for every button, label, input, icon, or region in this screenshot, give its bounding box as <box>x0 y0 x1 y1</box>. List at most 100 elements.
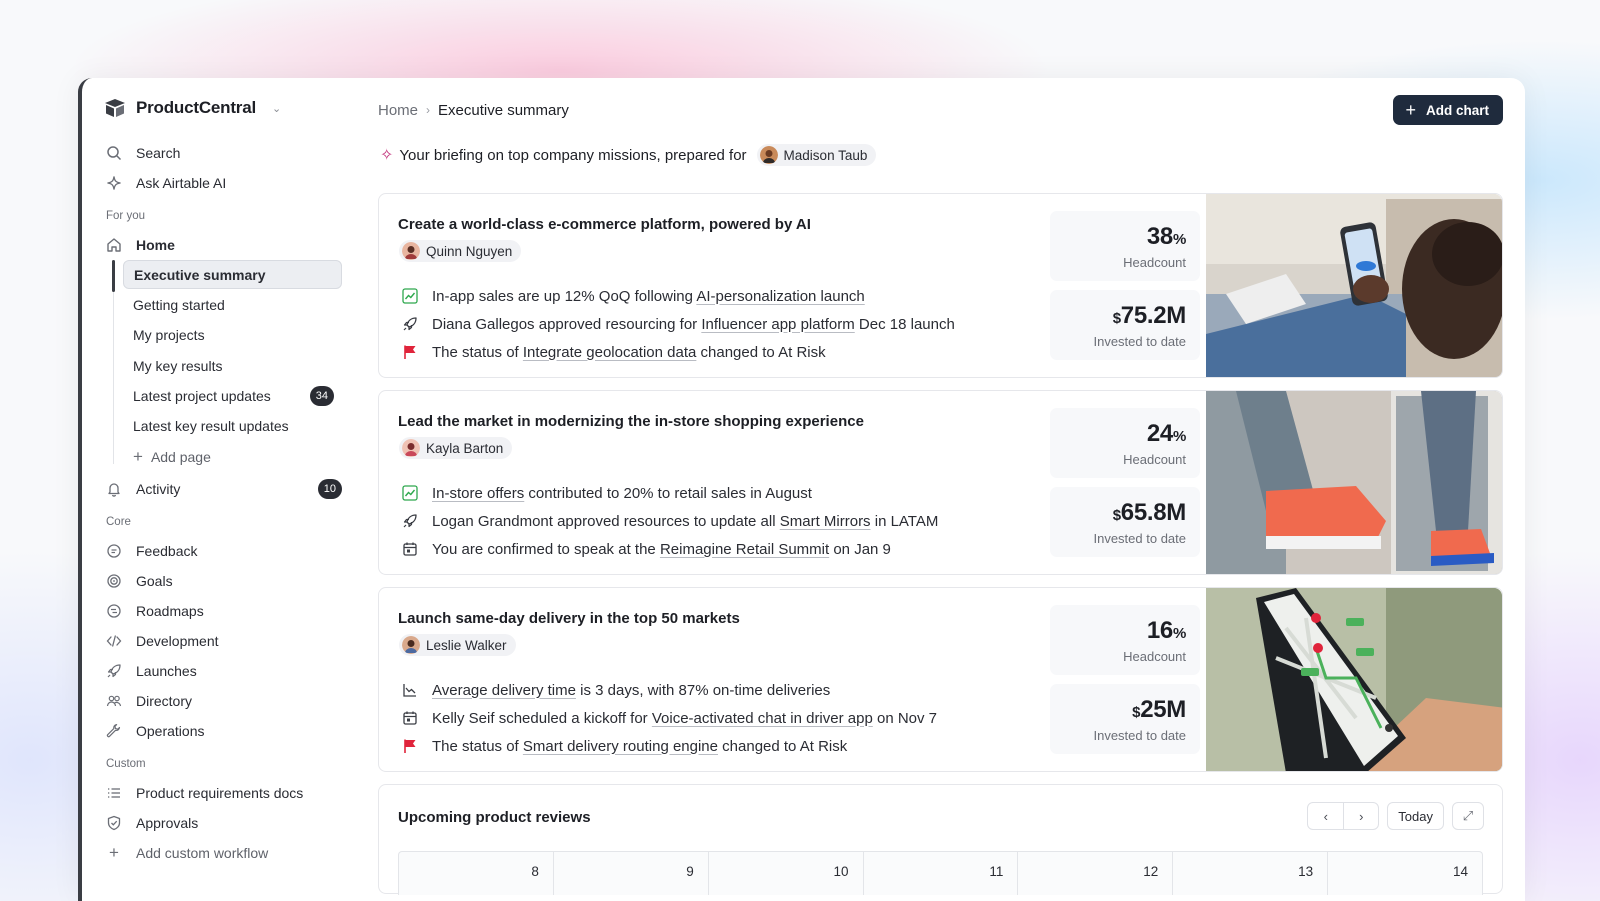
brand-switcher[interactable]: ProductCentral ⌄ <box>104 96 342 120</box>
calendar-day[interactable]: 11 <box>862 852 1018 895</box>
update-text: You are confirmed to speak at the Reimag… <box>432 541 891 558</box>
mission-title[interactable]: Lead the market in modernizing the in-st… <box>398 413 864 430</box>
nav-ask-ai[interactable]: Ask Airtable AI <box>104 168 342 198</box>
person-chip[interactable]: Madison Taub <box>756 144 877 166</box>
invested-metric: $75.2M Invested to date <box>1050 290 1200 360</box>
add-page-button[interactable]: + Add page <box>123 441 342 471</box>
calendar-day[interactable]: 13 <box>1172 852 1327 895</box>
avatar <box>402 636 420 654</box>
update-item: The status of Smart delivery routing eng… <box>402 732 937 760</box>
search-icon <box>106 145 122 161</box>
update-text: In-app sales are up 12% QoQ following AI… <box>432 288 865 305</box>
metric-label: Headcount <box>1123 452 1186 467</box>
nav-operations[interactable]: Operations <box>104 716 342 746</box>
owner-chip[interactable]: Quinn Nguyen <box>399 240 522 262</box>
headcount-unit: % <box>1172 428 1186 445</box>
add-chart-button[interactable]: + Add chart <box>1393 95 1503 125</box>
day-number: 12 <box>1143 864 1159 879</box>
subpage-label: Executive summary <box>134 266 266 283</box>
calendar-day[interactable]: 14 <box>1327 852 1482 895</box>
nav-goals[interactable]: Goals <box>104 566 342 596</box>
update-text-part: in LATAM <box>870 512 939 530</box>
nav-product-requirements-docs[interactable]: Product requirements docs <box>104 778 342 808</box>
update-text-part: is 3 days, with 87% on-time deliveries <box>575 681 831 699</box>
nav-feedback[interactable]: Feedback <box>104 536 342 566</box>
expand-icon[interactable]: ⤢ <box>1452 802 1484 830</box>
app-window: ProductCentral ⌄ Search Ask Airtable AI … <box>78 78 1525 901</box>
update-link[interactable]: In-store offers <box>432 485 524 502</box>
update-link[interactable]: Voice-activated chat in driver app <box>652 710 873 727</box>
add-custom-workflow-label: Add custom workflow <box>136 844 269 861</box>
add-chart-label: Add chart <box>1425 102 1489 118</box>
add-custom-workflow-button[interactable]: + Add custom workflow <box>104 838 342 868</box>
update-text: Diana Gallegos approved resourcing for I… <box>432 316 955 333</box>
update-link[interactable]: Influencer app platform <box>701 316 854 333</box>
mission-card[interactable]: Launch same-day delivery in the top 50 m… <box>378 587 1503 772</box>
breadcrumb-home[interactable]: Home <box>378 102 418 119</box>
owner-name: Kayla Barton <box>426 440 504 456</box>
update-item: In-app sales are up 12% QoQ following AI… <box>402 282 955 310</box>
update-text: The status of Smart delivery routing eng… <box>432 738 847 755</box>
subpage-my-key-results[interactable]: My key results <box>123 351 342 381</box>
calendar-icon <box>402 710 418 726</box>
calendar-day[interactable]: 8 <box>399 852 553 895</box>
chevron-left-icon[interactable]: ‹ <box>1308 803 1343 829</box>
today-button[interactable]: Today <box>1387 802 1444 830</box>
update-item: Diana Gallegos approved resourcing for I… <box>402 310 955 338</box>
nav-development[interactable]: Development <box>104 626 342 656</box>
mission-updates: In-app sales are up 12% QoQ following AI… <box>402 282 955 366</box>
subpage-executive-summary[interactable]: Executive summary <box>123 260 342 289</box>
breadcrumb-separator-icon: › <box>426 103 431 117</box>
nav-operations-label: Operations <box>136 722 205 739</box>
subpage-getting-started[interactable]: Getting started <box>123 290 342 320</box>
nav-directory[interactable]: Directory <box>104 686 342 716</box>
update-link[interactable]: Smart delivery routing engine <box>523 738 718 755</box>
chevron-right-icon[interactable]: › <box>1343 803 1378 829</box>
subpage-latest-key-result-updates[interactable]: Latest key result updates <box>123 411 342 441</box>
mission-card[interactable]: Lead the market in modernizing the in-st… <box>378 390 1503 575</box>
roadmap-icon <box>106 603 122 619</box>
update-link[interactable]: Integrate geolocation data <box>523 344 696 361</box>
metric-value: $75.2M <box>1050 302 1187 330</box>
calendar-day[interactable]: 10 <box>707 852 863 895</box>
flag-icon <box>402 738 418 754</box>
mission-title[interactable]: Create a world-class e-commerce platform… <box>398 216 811 233</box>
trend-up-icon <box>402 485 418 501</box>
update-link[interactable]: Smart Mirrors <box>780 513 871 530</box>
update-text-part: Diana Gallegos approved resourcing for <box>432 315 702 333</box>
date-nav: ‹ › <box>1307 802 1380 830</box>
nav-activity[interactable]: Activity 10 <box>104 474 342 504</box>
nav-launches[interactable]: Launches <box>104 656 342 686</box>
shield-check-icon <box>106 815 122 831</box>
day-number: 8 <box>531 864 539 879</box>
owner-chip[interactable]: Kayla Barton <box>399 437 513 459</box>
update-text-part: Logan Grandmont approved resources to up… <box>432 512 780 530</box>
home-subpages: Executive summary Getting started My pro… <box>112 260 342 472</box>
home-icon <box>106 237 122 253</box>
subpage-latest-project-updates[interactable]: Latest project updates 34 <box>123 381 342 411</box>
calendar-day[interactable]: 12 <box>1017 852 1172 895</box>
update-text: In-store offers contributed to 20% to re… <box>432 485 812 502</box>
update-link[interactable]: Average delivery time <box>432 682 576 699</box>
metric-label: Invested to date <box>1093 728 1186 743</box>
metric-label: Headcount <box>1123 649 1186 664</box>
nav-roadmaps[interactable]: Roadmaps <box>104 596 342 626</box>
mission-title[interactable]: Launch same-day delivery in the top 50 m… <box>398 610 740 627</box>
update-link[interactable]: Reimagine Retail Summit <box>660 541 829 558</box>
rocket-icon <box>402 316 418 332</box>
headcount-value: 16 <box>1146 617 1173 644</box>
sparkle-icon <box>106 175 122 191</box>
nav-search[interactable]: Search <box>104 138 342 168</box>
mission-card[interactable]: Create a world-class e-commerce platform… <box>378 193 1503 378</box>
section-custom: Custom <box>106 757 146 770</box>
headcount-metric: 38% Headcount <box>1050 211 1200 281</box>
nav-approvals[interactable]: Approvals <box>104 808 342 838</box>
mission-image-shopping-phone <box>1206 194 1502 377</box>
plus-icon: + <box>1405 100 1416 120</box>
calendar-day[interactable]: 9 <box>552 852 708 895</box>
update-link[interactable]: AI-personalization launch <box>696 288 864 305</box>
nav-home[interactable]: Home <box>104 230 342 260</box>
update-item: You are confirmed to speak at the Reimag… <box>402 535 938 563</box>
subpage-my-projects[interactable]: My projects <box>123 320 342 350</box>
owner-chip[interactable]: Leslie Walker <box>399 634 516 656</box>
